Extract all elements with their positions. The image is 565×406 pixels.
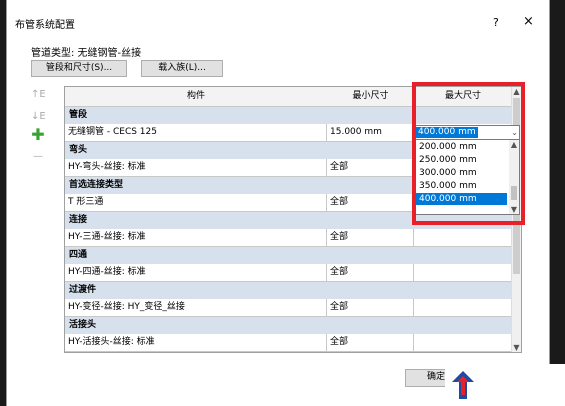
min-size-cell[interactable]: 全部 <box>327 194 414 211</box>
min-size-cell[interactable]: 15.000 mm <box>327 124 414 141</box>
table-row[interactable]: HY-四通-丝接: 标准 全部 <box>65 264 512 282</box>
component-cell[interactable]: HY-三通-丝接: 标准 <box>65 229 327 246</box>
revit-logo-icon <box>452 371 474 399</box>
scroll-up-icon[interactable]: ▲ <box>512 87 521 96</box>
move-up-icon[interactable]: ↑E <box>31 88 46 102</box>
dropdown-scrollbar-thumb[interactable] <box>511 186 517 200</box>
component-cell[interactable]: HY-四通-丝接: 标准 <box>65 264 327 281</box>
move-down-icon[interactable]: ↓E <box>31 110 46 124</box>
table-row[interactable]: HY-活接头-丝接: 标准 全部 <box>65 334 512 352</box>
table-row[interactable]: HY-三通-丝接: 标准 全部 <box>65 229 512 247</box>
min-size-cell[interactable]: 全部 <box>327 159 414 176</box>
segments-sizes-button[interactable]: 管段和尺寸(S)... <box>31 60 127 77</box>
section-header: 四通 <box>65 247 512 264</box>
dropdown-option[interactable]: 250.000 mm <box>415 154 507 166</box>
scroll-down-icon[interactable]: ▼ <box>512 343 521 352</box>
pipe-settings-dialog: 布管系统配置 ? × 管道类型: 无缝钢管-丝接 管段和尺寸(S)... 载入族… <box>6 0 550 406</box>
remove-row-icon[interactable]: — <box>31 150 45 164</box>
min-size-cell[interactable]: 全部 <box>327 299 414 316</box>
component-cell[interactable]: HY-变径-丝接: HY_变径_丝接 <box>65 299 327 316</box>
dropdown-scrollbar[interactable]: ▲ ▼ <box>509 140 519 214</box>
section-header: 管段 <box>65 107 512 124</box>
dropdown-option-selected[interactable]: 400.000 mm <box>415 193 507 205</box>
component-cell[interactable]: HY-活接头-丝接: 标准 <box>65 334 327 351</box>
component-cell[interactable]: HY-弯头-丝接: 标准 <box>65 159 327 176</box>
max-size-dropdown-list[interactable]: 200.000 mm 250.000 mm 300.000 mm 350.000… <box>414 139 520 215</box>
max-size-combobox-value: 400.000 mm <box>416 127 478 138</box>
max-size-cell[interactable] <box>414 334 512 351</box>
chevron-down-icon[interactable]: ⌄ <box>511 126 518 140</box>
section-header: 过渡件 <box>65 282 512 299</box>
title-bar: 布管系统配置 ? × <box>7 6 549 32</box>
component-cell[interactable]: T 形三通 <box>65 194 327 211</box>
dialog-title: 布管系统配置 <box>15 20 75 31</box>
table-row[interactable]: HY-变径-丝接: HY_变径_丝接 全部 <box>65 299 512 317</box>
dropdown-option[interactable]: 200.000 mm <box>415 141 507 153</box>
min-size-cell[interactable]: 全部 <box>327 334 414 351</box>
column-header-min-size[interactable]: 最小尺寸 <box>327 87 415 107</box>
add-row-icon[interactable]: ✚ <box>31 127 45 143</box>
scroll-up-icon[interactable]: ▲ <box>509 140 519 149</box>
max-size-cell[interactable] <box>414 264 512 281</box>
scroll-down-icon[interactable]: ▼ <box>509 205 519 214</box>
component-cell[interactable]: 无缝钢管 - CECS 125 <box>65 124 327 141</box>
section-header: 活接头 <box>65 317 512 334</box>
load-family-button[interactable]: 载入族(L)... <box>141 60 223 77</box>
dropdown-option[interactable]: 300.000 mm <box>415 167 507 179</box>
min-size-cell[interactable]: 全部 <box>327 229 414 246</box>
pipe-type-label: 管道类型: 无缝钢管-丝接 <box>31 48 142 59</box>
column-header-max-size[interactable]: 最大尺寸 <box>414 87 513 107</box>
max-size-cell[interactable] <box>414 229 512 246</box>
watermark-logo <box>445 364 565 406</box>
help-button[interactable]: ? <box>493 16 499 29</box>
min-size-cell[interactable]: 全部 <box>327 264 414 281</box>
max-size-cell[interactable] <box>414 299 512 316</box>
column-header-component[interactable]: 构件 <box>65 87 328 107</box>
close-button[interactable]: × <box>523 14 534 29</box>
dropdown-option[interactable]: 350.000 mm <box>415 180 507 192</box>
